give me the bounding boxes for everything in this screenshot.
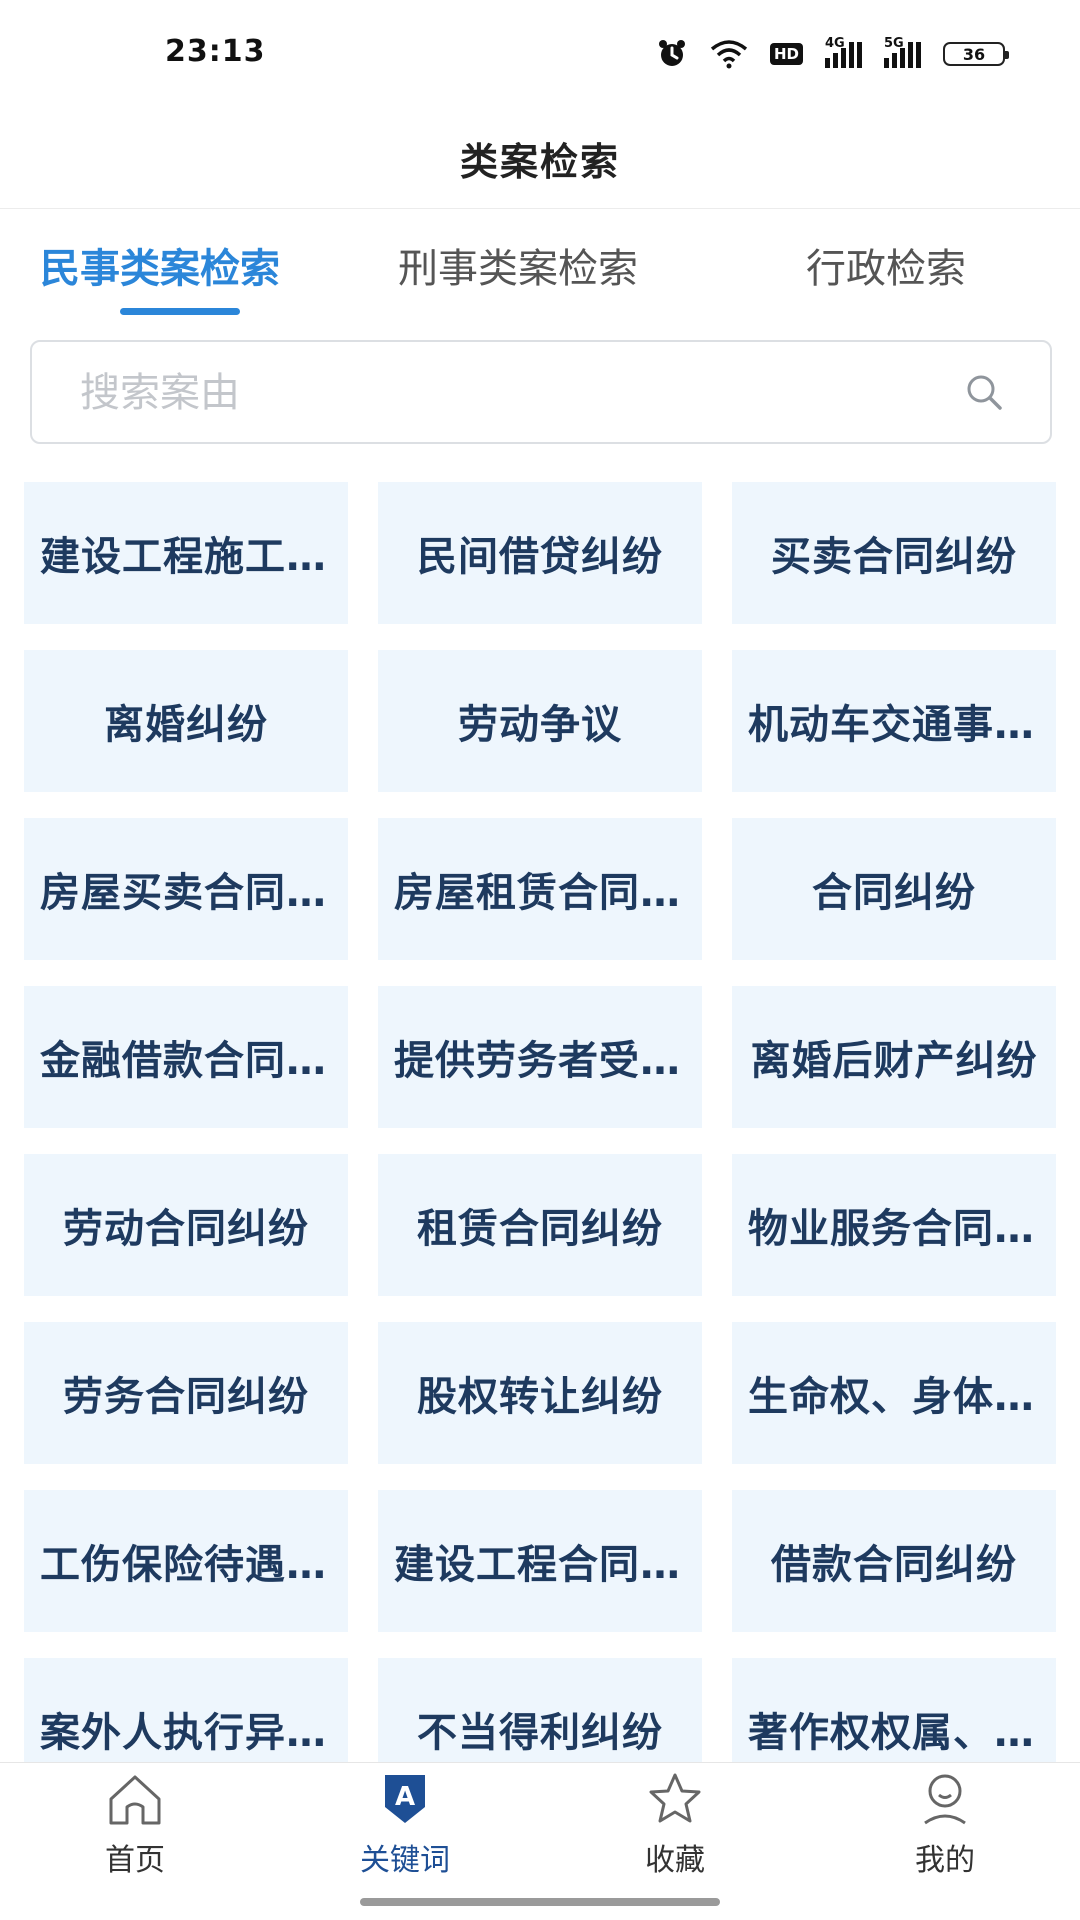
user-icon <box>924 1774 966 1825</box>
case-category-card[interactable]: 提供劳务者受害责任纠纷 <box>378 986 702 1128</box>
case-category-card[interactable]: 股权转让纠纷 <box>378 1322 702 1464</box>
nav-favorites-label: 收藏 <box>645 1843 705 1878</box>
home-icon <box>109 1775 161 1825</box>
search-box <box>30 340 1052 444</box>
status-bar: 23:13 HD 4G 5G 36 <box>0 0 1080 108</box>
home-indicator[interactable] <box>360 1898 720 1906</box>
status-icons: HD 4G 5G 36 <box>656 36 1009 72</box>
status-time: 23:13 <box>165 34 266 69</box>
case-category-card[interactable]: 不当得利纠纷 <box>378 1658 702 1762</box>
case-category-card[interactable]: 劳动合同纠纷 <box>24 1154 348 1296</box>
nav-profile-label: 我的 <box>915 1843 975 1878</box>
star-icon <box>649 1773 701 1823</box>
signal-5g-icon: 5G <box>884 36 921 68</box>
case-category-card[interactable]: 买卖合同纠纷 <box>732 482 1056 624</box>
nav-profile[interactable]: 我的 <box>845 1769 1045 1881</box>
case-category-grid: 建设工程施工合同纠纷 民间借贷纠纷 买卖合同纠纷 离婚纠纷 劳动争议 机动车交通… <box>24 482 1058 1762</box>
case-category-card[interactable]: 建设工程施工合同纠纷 <box>24 482 348 624</box>
battery-icon: 36 <box>943 42 1009 66</box>
case-category-card[interactable]: 离婚纠纷 <box>24 650 348 792</box>
bottom-nav: 首页 A 关键词 收藏 我的 <box>0 1762 1080 1883</box>
search-icon[interactable] <box>964 372 1004 412</box>
case-category-card[interactable]: 生命权、身体权、健康权纠纷 <box>732 1322 1056 1464</box>
case-category-card[interactable]: 房屋租赁合同纠纷 <box>378 818 702 960</box>
search-input[interactable] <box>78 360 932 426</box>
hd-badge: HD <box>769 43 803 65</box>
case-category-card[interactable]: 物业服务合同纠纷 <box>732 1154 1056 1296</box>
tab-bar: 民事类案检索 刑事类案检索 行政检索 <box>0 210 1080 320</box>
active-tab-indicator <box>120 308 240 315</box>
tab-civil-case-search[interactable]: 民事类案检索 <box>40 236 280 294</box>
alarm-icon <box>656 38 688 70</box>
tab-criminal-case-search[interactable]: 刑事类案检索 <box>398 236 638 294</box>
case-category-card[interactable]: 租赁合同纠纷 <box>378 1154 702 1296</box>
nav-home[interactable]: 首页 <box>35 1769 235 1881</box>
case-category-card[interactable]: 离婚后财产纠纷 <box>732 986 1056 1128</box>
case-category-card[interactable]: 合同纠纷 <box>732 818 1056 960</box>
case-category-card[interactable]: 借款合同纠纷 <box>732 1490 1056 1632</box>
tab-administrative-search[interactable]: 行政检索 <box>806 236 966 294</box>
signal-4g-icon: 4G <box>825 36 862 68</box>
page-title: 类案检索 <box>459 139 620 184</box>
keyword-icon: A <box>385 1775 425 1823</box>
case-category-card[interactable]: 机动车交通事故责任纠纷 <box>732 650 1056 792</box>
nav-home-label: 首页 <box>105 1843 165 1878</box>
case-category-card[interactable]: 民间借贷纠纷 <box>378 482 702 624</box>
nav-keyword-label: 关键词 <box>360 1843 450 1878</box>
case-category-card[interactable]: 房屋买卖合同纠纷 <box>24 818 348 960</box>
svg-text:A: A <box>395 1782 415 1812</box>
case-category-card[interactable]: 著作权权属、侵权纠纷 <box>732 1658 1056 1762</box>
case-category-card[interactable]: 劳务合同纠纷 <box>24 1322 348 1464</box>
case-category-card[interactable]: 劳动争议 <box>378 650 702 792</box>
nav-favorites[interactable]: 收藏 <box>575 1769 775 1881</box>
case-category-card[interactable]: 案外人执行异议之诉 <box>24 1658 348 1762</box>
case-category-card[interactable]: 建设工程合同纠纷 <box>378 1490 702 1632</box>
case-category-card[interactable]: 工伤保险待遇纠纷 <box>24 1490 348 1632</box>
header: 类案检索 <box>0 108 1080 209</box>
nav-keyword[interactable]: A 关键词 <box>305 1769 505 1881</box>
wifi-icon <box>710 39 748 69</box>
case-category-card[interactable]: 金融借款合同纠纷 <box>24 986 348 1128</box>
